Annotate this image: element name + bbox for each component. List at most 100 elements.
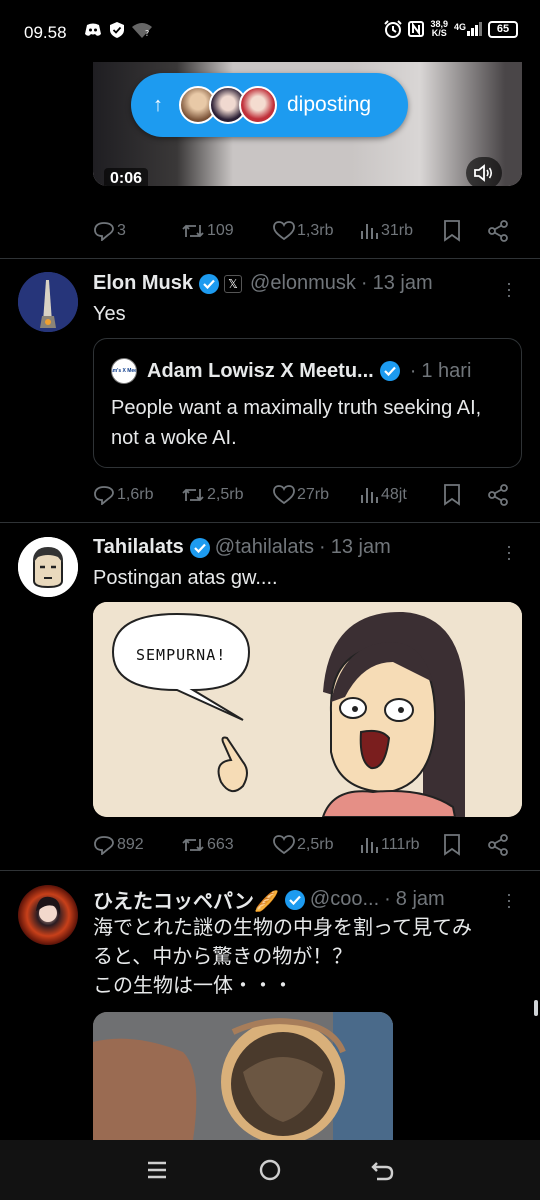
tweet-time[interactable]: 8 jam (396, 888, 445, 911)
views-button[interactable]: 48jt (359, 485, 443, 505)
verified-badge-icon (189, 537, 210, 558)
views-icon (361, 838, 378, 853)
tweet-actions: 892 663 2,5rb 111rb (93, 832, 523, 858)
reply-count: 3 (117, 222, 126, 239)
views-icon (361, 224, 378, 239)
more-options-icon[interactable]: · · · (502, 885, 516, 915)
heart-icon (273, 221, 295, 241)
signal-icon: 4G (454, 22, 482, 36)
home-circle-icon[interactable] (250, 1150, 290, 1190)
handle[interactable]: @elonmusk (250, 272, 356, 295)
battery-icon: 65 (488, 20, 518, 38)
reply-icon (94, 836, 114, 855)
tweet-time[interactable]: 13 jam (373, 272, 433, 295)
tweet-text: Postingan atas gw.... (93, 567, 278, 589)
display-name[interactable]: Tahilalats (93, 536, 184, 559)
dot-separator: · (384, 888, 391, 910)
verified-badge-icon (379, 361, 400, 381)
retweet-button[interactable]: 109 (181, 221, 273, 241)
svg-text:?: ? (145, 29, 149, 38)
menu-icon[interactable] (137, 1150, 177, 1190)
views-button[interactable]: 31rb (359, 221, 443, 241)
views-count: 31rb (381, 222, 414, 239)
retweet-count: 663 (207, 836, 234, 853)
views-button[interactable]: 111rb (359, 835, 443, 855)
new-posts-button[interactable]: ↑ diposting (131, 73, 408, 137)
like-count: 2,5rb (297, 836, 334, 853)
display-name[interactable]: Elon Musk (93, 272, 193, 295)
share-button[interactable] (487, 220, 509, 242)
dot-separator: · (360, 272, 368, 294)
share-button[interactable] (487, 484, 509, 506)
avatar (239, 86, 277, 124)
quote-text: People want a maximally truth seeking AI… (111, 397, 482, 449)
status-time: 09.58 (24, 23, 67, 42)
tweet-image[interactable] (93, 1012, 393, 1140)
reply-button[interactable]: 892 (93, 835, 181, 855)
retweet-icon (182, 488, 204, 502)
quote-time: 1 hari (421, 359, 472, 382)
tweet-text: 海でとれた謎の生物の中身を割って見てみ ると、中から驚きの物が！？ この生物は一… (93, 914, 523, 1001)
avatar: Adam's X Meetup (111, 358, 137, 384)
display-name[interactable]: ひえたコッペパン🥖 (93, 885, 279, 914)
retweet-button[interactable]: 2,5rb (181, 485, 273, 505)
tweet-image[interactable]: SEMPURNA! (93, 602, 522, 817)
scrollbar[interactable] (534, 1000, 538, 1016)
more-options-icon[interactable]: · · · (502, 274, 516, 304)
tweet-text-line: この生物は一体・・・ (93, 975, 293, 997)
alarm-icon (384, 20, 403, 38)
like-count: 1,3rb (297, 222, 334, 239)
reply-icon (94, 222, 114, 241)
tweet-header: Elon Musk 𝕏 @elonmusk · 13 jam (93, 272, 433, 295)
reply-button[interactable]: 1,6rb (93, 485, 181, 505)
comic-illustration (93, 602, 522, 817)
bookmark-button[interactable] (443, 834, 487, 856)
more-options-icon[interactable]: · · · (502, 537, 516, 567)
reply-count: 1,6rb (117, 486, 154, 503)
heart-icon (273, 835, 295, 855)
reply-button[interactable]: 3 (93, 221, 181, 241)
tweet-text-line: ると、中から驚きの物が！？ (93, 946, 353, 968)
views-count: 111rb (381, 836, 420, 853)
like-button[interactable]: 2,5rb (273, 835, 359, 855)
bookmark-icon (444, 484, 460, 506)
tweet-text-line: 海でとれた謎の生物の中身を割って見てみ (93, 917, 472, 939)
shield-icon (110, 22, 124, 38)
status-right-icons: 38,9 K/S 4G 65 (384, 20, 518, 38)
dot-separator: · (319, 536, 326, 558)
divider (0, 258, 540, 259)
handle[interactable]: @coo... (310, 888, 379, 911)
quoted-tweet[interactable]: Adam's X Meetup Adam Lowisz X Meetu... ·… (93, 338, 522, 468)
reply-icon (94, 486, 114, 505)
dot-separator: · (409, 359, 417, 382)
bookmark-button[interactable] (443, 484, 487, 506)
divider (0, 870, 540, 871)
like-count: 27rb (297, 486, 330, 503)
status-left-icons: ? (84, 22, 152, 38)
verified-badge-icon (199, 273, 220, 294)
retweet-button[interactable]: 663 (181, 835, 273, 855)
discord-icon (85, 23, 101, 36)
arrow-up-icon: ↑ (153, 93, 163, 116)
avatar[interactable] (18, 885, 78, 945)
speaker-icon[interactable] (466, 157, 502, 189)
avatar[interactable] (18, 272, 78, 332)
tweet-time[interactable]: 13 jam (331, 536, 391, 559)
like-button[interactable]: 27rb (273, 485, 359, 505)
tweet-header: ひえたコッペパン🥖 @coo... · 8 jam (93, 885, 445, 914)
tweet-actions: 3 109 1,3rb 31rb (93, 218, 523, 244)
network-type: 4G (453, 22, 466, 32)
handle[interactable]: @tahilalats (215, 536, 314, 559)
tweet-text: Yes (93, 303, 126, 325)
net-speed: 38,9 K/S (430, 20, 448, 38)
avatar[interactable] (18, 537, 78, 597)
like-button[interactable]: 1,3rb (273, 221, 359, 241)
posted-avatars (179, 86, 277, 124)
share-button[interactable] (487, 834, 509, 856)
retweet-icon (182, 224, 204, 238)
bookmark-button[interactable] (443, 220, 487, 242)
verified-badge-icon (284, 889, 305, 910)
retweet-icon (182, 838, 204, 852)
quote-display-name: Adam Lowisz X Meetu... (147, 359, 374, 382)
back-icon[interactable] (363, 1150, 403, 1190)
